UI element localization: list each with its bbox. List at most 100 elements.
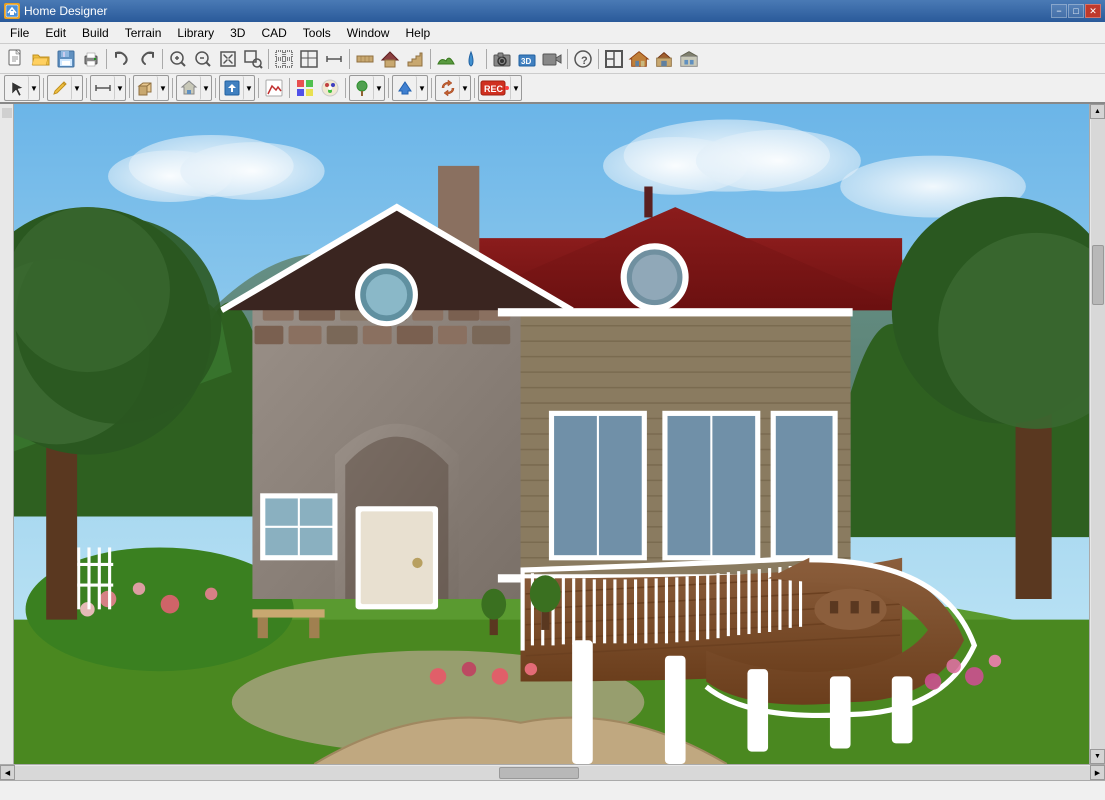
sep-5 bbox=[430, 49, 431, 69]
scroll-right-button[interactable]: ▶ bbox=[1090, 765, 1105, 780]
3d-view-button[interactable]: 3D bbox=[515, 47, 539, 71]
app-icon bbox=[4, 3, 20, 19]
record-dropdown[interactable]: ▼ bbox=[511, 76, 521, 100]
new-button[interactable] bbox=[4, 47, 28, 71]
house-tool-dropdown[interactable]: ▼ bbox=[201, 76, 211, 100]
export-dropdown[interactable]: ▼ bbox=[244, 76, 254, 100]
bottom-area: ◀ ▶ bbox=[0, 764, 1105, 800]
h-scrollbar-thumb[interactable] bbox=[499, 767, 579, 779]
sep-t8 bbox=[345, 78, 346, 98]
draw-dropdown[interactable]: ▼ bbox=[72, 76, 82, 100]
house-tool-button[interactable] bbox=[177, 76, 201, 100]
sidebar-marker bbox=[2, 108, 12, 118]
house-btn[interactable] bbox=[627, 47, 651, 71]
undo-button[interactable] bbox=[110, 47, 134, 71]
maximize-button[interactable]: □ bbox=[1068, 4, 1084, 18]
dimension-button[interactable] bbox=[322, 47, 346, 71]
title-bar-controls: − □ ✕ bbox=[1051, 4, 1101, 18]
up-tool-group: ▼ bbox=[392, 75, 428, 101]
video-button[interactable] bbox=[540, 47, 564, 71]
left-sidebar bbox=[0, 104, 14, 764]
right-scrollbar: ▲ ▼ bbox=[1089, 104, 1105, 764]
house-tool-group: ▼ bbox=[176, 75, 212, 101]
title-bar-left: Home Designer bbox=[4, 3, 107, 19]
stairs-button[interactable] bbox=[403, 47, 427, 71]
menu-cad[interactable]: CAD bbox=[253, 22, 294, 43]
palette-button[interactable] bbox=[318, 76, 342, 100]
menu-window[interactable]: Window bbox=[339, 22, 398, 43]
menu-build[interactable]: Build bbox=[74, 22, 117, 43]
rotate-button[interactable] bbox=[436, 76, 460, 100]
sep-3 bbox=[268, 49, 269, 69]
rotate-dropdown[interactable]: ▼ bbox=[460, 76, 470, 100]
select-similar-button[interactable] bbox=[272, 47, 296, 71]
scrollbar-track[interactable] bbox=[1091, 119, 1105, 749]
close-button[interactable]: ✕ bbox=[1085, 4, 1101, 18]
dimension-tool-button[interactable] bbox=[91, 76, 115, 100]
zoom-in-button[interactable] bbox=[166, 47, 190, 71]
plant-dropdown[interactable]: ▼ bbox=[374, 76, 384, 100]
block-button[interactable] bbox=[134, 76, 158, 100]
export-button[interactable] bbox=[220, 76, 244, 100]
arrow-select-button[interactable] bbox=[5, 76, 29, 100]
select-dropdown[interactable]: ▼ bbox=[29, 76, 39, 100]
zoom-out-button[interactable] bbox=[191, 47, 215, 71]
water-button[interactable] bbox=[459, 47, 483, 71]
menu-file[interactable]: File bbox=[2, 22, 37, 43]
sep-t7 bbox=[289, 78, 290, 98]
h-scrollbar-track[interactable] bbox=[15, 766, 1090, 780]
sep-t11 bbox=[474, 78, 475, 98]
rotate-tool-group: ▼ bbox=[435, 75, 471, 101]
up-dropdown[interactable]: ▼ bbox=[417, 76, 427, 100]
trace-button[interactable] bbox=[262, 76, 286, 100]
zoom-fit-button[interactable] bbox=[216, 47, 240, 71]
sep-4 bbox=[349, 49, 350, 69]
sep-6 bbox=[486, 49, 487, 69]
scrollbar-thumb[interactable] bbox=[1092, 245, 1104, 305]
plant-tool-group: ▼ bbox=[349, 75, 385, 101]
select-tool-group: ▼ bbox=[4, 75, 40, 101]
title-text: Home Designer bbox=[24, 4, 107, 18]
record-group: REC ▼ bbox=[478, 75, 522, 101]
sep-t1 bbox=[43, 78, 44, 98]
zoom-window-button[interactable] bbox=[241, 47, 265, 71]
menu-bar: File Edit Build Terrain Library 3D CAD T… bbox=[0, 22, 1105, 44]
open-button[interactable] bbox=[29, 47, 53, 71]
pencil-button[interactable] bbox=[48, 76, 72, 100]
dim-dropdown[interactable]: ▼ bbox=[115, 76, 125, 100]
block-tool-group: ▼ bbox=[133, 75, 169, 101]
terrain-feature-button[interactable] bbox=[434, 47, 458, 71]
save-button[interactable] bbox=[54, 47, 78, 71]
scroll-left-button[interactable]: ◀ bbox=[0, 765, 15, 780]
wall-button[interactable] bbox=[353, 47, 377, 71]
menu-help[interactable]: Help bbox=[397, 22, 438, 43]
print-button[interactable] bbox=[79, 47, 103, 71]
layout-button[interactable] bbox=[297, 47, 321, 71]
menu-edit[interactable]: Edit bbox=[37, 22, 74, 43]
menu-3d[interactable]: 3D bbox=[222, 22, 253, 43]
toolbar-1: 3D ? bbox=[0, 44, 1105, 74]
menu-tools[interactable]: Tools bbox=[295, 22, 339, 43]
title-bar: Home Designer − □ ✕ bbox=[0, 0, 1105, 22]
scroll-down-button[interactable]: ▼ bbox=[1090, 749, 1105, 764]
cabin-btn[interactable] bbox=[652, 47, 676, 71]
help-button[interactable]: ? bbox=[571, 47, 595, 71]
move-up-button[interactable] bbox=[393, 76, 417, 100]
texture-button[interactable] bbox=[293, 76, 317, 100]
modern-house-btn[interactable] bbox=[677, 47, 701, 71]
bottom-scrollbar: ◀ ▶ bbox=[0, 764, 1105, 780]
sep-2 bbox=[162, 49, 163, 69]
block-dropdown[interactable]: ▼ bbox=[158, 76, 168, 100]
minimize-button[interactable]: − bbox=[1051, 4, 1067, 18]
canvas-area[interactable] bbox=[14, 104, 1089, 764]
menu-library[interactable]: Library bbox=[169, 22, 222, 43]
record-button[interactable]: REC bbox=[479, 76, 511, 100]
camera-button[interactable] bbox=[490, 47, 514, 71]
toolbar-2: ▼ ▼ ▼ ▼ ▼ ▼ bbox=[0, 74, 1105, 104]
scroll-up-button[interactable]: ▲ bbox=[1090, 104, 1105, 119]
redo-button[interactable] bbox=[135, 47, 159, 71]
menu-terrain[interactable]: Terrain bbox=[117, 22, 170, 43]
roof-button[interactable] bbox=[378, 47, 402, 71]
floor-plan-button[interactable] bbox=[602, 47, 626, 71]
plant-button[interactable] bbox=[350, 76, 374, 100]
